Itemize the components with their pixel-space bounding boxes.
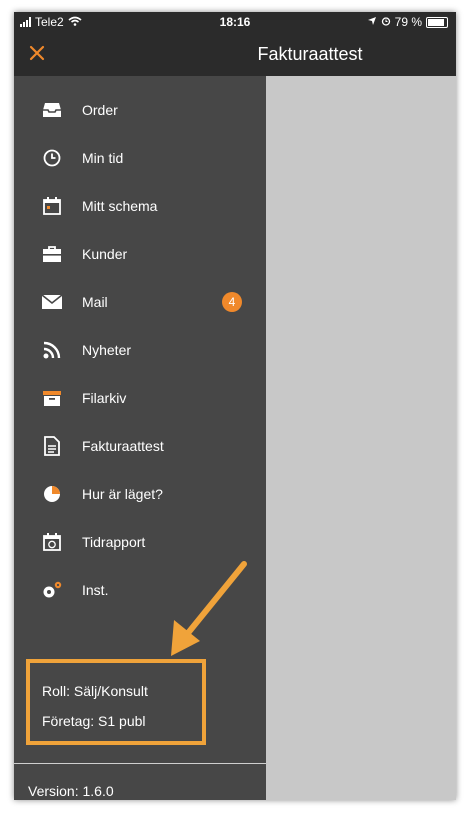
- role-info-box: Roll: Sälj/Konsult Företag: S1 publ: [26, 659, 206, 745]
- battery-percent: 79 %: [394, 15, 422, 29]
- menu-item-label: Tidrapport: [82, 534, 146, 550]
- menu-item-label: Order: [82, 102, 118, 118]
- menu-item-tidrapport[interactable]: Tidrapport: [14, 518, 266, 566]
- menu-item-mitt-schema[interactable]: Mitt schema: [14, 182, 266, 230]
- gears-icon: [40, 578, 64, 602]
- menu-item-label: Mitt schema: [82, 198, 158, 214]
- menu-item-kunder[interactable]: Kunder: [14, 230, 266, 278]
- status-right: 79 %: [367, 15, 448, 29]
- version-label: Version: 1.6.0: [28, 783, 114, 799]
- document-icon: [40, 434, 64, 458]
- briefcase-icon: [40, 242, 64, 266]
- phone-screen: Tele2 18:16 79 % Fakturaattest Order Min…: [14, 12, 456, 800]
- location-icon: [367, 15, 377, 29]
- footer-divider: [14, 763, 266, 764]
- calendar-clock-icon: [40, 530, 64, 554]
- clock-icon: [40, 146, 64, 170]
- archive-box-icon: [40, 386, 64, 410]
- menu-item-label: Mail: [82, 294, 108, 310]
- mail-badge: 4: [222, 292, 242, 312]
- menu-item-fakturaattest[interactable]: Fakturaattest: [14, 422, 266, 470]
- app-header: Fakturaattest: [14, 32, 456, 76]
- role-label: Roll: Sälj/Konsult: [42, 683, 148, 699]
- page-title: Fakturaattest: [257, 44, 363, 64]
- battery-icon: [426, 16, 448, 28]
- drawer-menu: Order Min tid Mitt schema Kunder Mail 4 …: [14, 86, 266, 614]
- menu-item-label: Min tid: [82, 150, 124, 166]
- side-drawer: Order Min tid Mitt schema Kunder Mail 4 …: [14, 76, 266, 800]
- status-bar: Tele2 18:16 79 %: [14, 12, 456, 32]
- menu-item-nyheter[interactable]: Nyheter: [14, 326, 266, 374]
- menu-item-label: Filarkiv: [82, 390, 127, 406]
- menu-item-order[interactable]: Order: [14, 86, 266, 134]
- calendar-icon: [40, 194, 64, 218]
- rss-icon: [40, 338, 64, 362]
- inbox-tray-icon: [40, 98, 64, 122]
- menu-item-min-tid[interactable]: Min tid: [14, 134, 266, 182]
- menu-item-label: Nyheter: [82, 342, 132, 358]
- menu-item-label: Hur är läget?: [82, 486, 163, 502]
- menu-item-hur-ar-laget[interactable]: Hur är läget?: [14, 470, 266, 518]
- menu-item-label: Kunder: [82, 246, 128, 262]
- menu-item-mail[interactable]: Mail 4: [14, 278, 266, 326]
- pie-chart-icon: [40, 482, 64, 506]
- menu-item-filarkiv[interactable]: Filarkiv: [14, 374, 266, 422]
- menu-item-label: Inst.: [82, 582, 109, 598]
- menu-item-label: Fakturaattest: [82, 438, 164, 454]
- envelope-icon: [40, 290, 64, 314]
- menu-item-inst[interactable]: Inst.: [14, 566, 266, 614]
- company-label: Företag: S1 publ: [42, 713, 146, 729]
- alarm-icon: [381, 15, 391, 29]
